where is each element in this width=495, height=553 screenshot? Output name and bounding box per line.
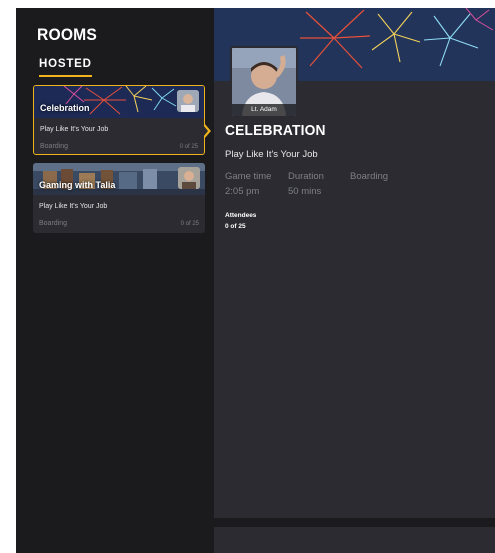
room-card-celebration[interactable]: Celebration Play Like It's Your Job Boar… (33, 85, 205, 155)
bottom-panel (214, 527, 495, 553)
room-status: Boarding (39, 220, 68, 227)
room-name: Celebration (40, 103, 90, 113)
room-attendee-count: 0 of 25 (180, 221, 199, 227)
room-subtitle: Play Like It's Your Job (225, 149, 318, 160)
duration-value: 50 mins (288, 186, 322, 197)
tab-hosted[interactable]: HOSTED (39, 58, 92, 77)
room-subtitle: Play Like It's Your Job (40, 126, 109, 133)
room-attendee-count: 0 of 25 (179, 144, 198, 150)
room-subtitle: Play Like It's Your Job (39, 203, 108, 210)
app-window: ROOMS HOSTED Celebration Play Like It's … (16, 8, 495, 553)
selected-indicator-icon (203, 123, 211, 139)
attendees-value: 0 of 25 (225, 223, 246, 230)
duration-label: Duration (288, 171, 324, 182)
room-name: Gaming with Talia (39, 180, 116, 190)
room-title: CELEBRATION (225, 122, 326, 139)
game-time-value: 2:05 pm (225, 186, 260, 197)
room-detail-panel: Lt. Adam CELEBRATION Play Like It's Your… (214, 8, 495, 518)
status-label: Boarding (350, 171, 389, 182)
room-status: Boarding (40, 143, 69, 150)
attendees-label: Attendees (225, 212, 257, 219)
rooms-sidebar: ROOMS HOSTED Celebration Play Like It's … (16, 8, 214, 553)
host-photo: Lt. Adam (230, 46, 298, 118)
host-name-tag: Lt. Adam (232, 104, 296, 116)
room-card-gaming-with-talia[interactable]: Gaming with Talia Play Like It's Your Jo… (33, 163, 205, 233)
host-avatar (178, 167, 200, 189)
host-avatar (177, 90, 199, 112)
game-time-label: Game time (225, 171, 272, 182)
rooms-title: ROOMS (37, 25, 98, 44)
